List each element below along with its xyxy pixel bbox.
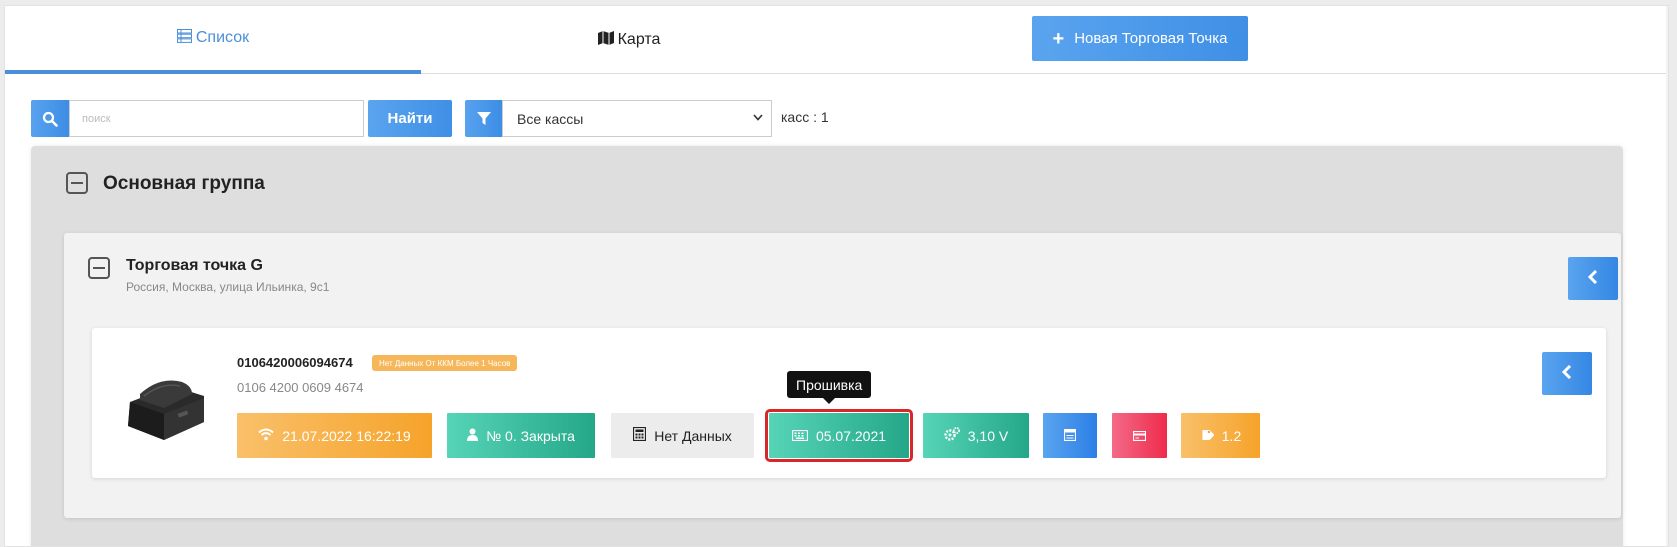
firmware-chip[interactable]: 05.07.2021	[765, 409, 913, 462]
main-group-panel: Основная группа Торговая точка G Россия,…	[31, 146, 1623, 546]
card-button[interactable]	[1112, 413, 1167, 458]
fiscal-value: Нет Данных	[654, 427, 732, 444]
receipt-button[interactable]	[1043, 413, 1097, 458]
search-icon[interactable]	[31, 100, 69, 137]
warning-badge: Нет Данных От ККМ Более 1 Часов	[372, 355, 518, 371]
voltage-chip[interactable]: 3,10 V	[923, 413, 1029, 458]
minus-icon	[71, 182, 83, 184]
group-collapse-toggle[interactable]	[66, 172, 88, 194]
version-value: 1.2	[1221, 427, 1242, 444]
tab-list-label: Список	[195, 29, 250, 46]
find-button[interactable]: Найти	[368, 100, 452, 137]
user-icon	[467, 428, 486, 444]
kassa-filter-value: Все кассы	[517, 110, 584, 127]
store-collapse-toggle[interactable]	[88, 257, 110, 279]
search-input[interactable]	[69, 100, 364, 137]
gears-icon	[944, 427, 968, 444]
version-chip[interactable]: 1.2	[1181, 413, 1260, 458]
filter-icon[interactable]	[465, 100, 502, 137]
kassa-filter-select[interactable]: Все кассы	[502, 100, 772, 137]
wifi-icon	[258, 428, 282, 444]
device-card: 0106420006094674 Нет Данных От ККМ Более…	[92, 328, 1606, 478]
shift-value: № 0. Закрыта	[486, 427, 575, 444]
chevron-down-icon	[753, 113, 763, 124]
calculator-icon	[633, 426, 654, 444]
device-side-button[interactable]	[1542, 352, 1592, 395]
shift-chip[interactable]: № 0. Закрыта	[447, 413, 595, 458]
kassa-count: касс : 1	[781, 109, 829, 125]
device-reg-number: 0106 4200 0609 4674	[237, 380, 364, 395]
printer-image	[120, 364, 210, 444]
list-icon	[176, 28, 196, 48]
firmware-tooltip: Прошивка	[787, 371, 872, 404]
new-point-button[interactable]: + Новая Торговая Точка	[1032, 16, 1248, 61]
tab-map-label: Карта	[617, 31, 661, 48]
window-icon	[1063, 428, 1077, 444]
fiscal-chip[interactable]: Нет Данных	[611, 413, 754, 458]
last-seen-value: 21.07.2022 16:22:19	[282, 427, 411, 444]
device-serial: 0106420006094674	[237, 355, 353, 370]
firmware-value: 05.07.2021	[815, 427, 887, 444]
store-side-button[interactable]	[1568, 257, 1618, 300]
page-scroll-edge	[1666, 6, 1668, 546]
store-name: Торговая точка G	[126, 257, 263, 274]
credit-card-icon	[1132, 428, 1147, 444]
map-icon	[597, 30, 618, 50]
new-point-label: Новая Торговая Точка	[1074, 30, 1228, 47]
tab-list[interactable]: Список	[5, 6, 421, 74]
store-address: Россия, Москва, улица Ильинка, 9с1	[126, 280, 330, 294]
tab-map[interactable]: Карта	[421, 6, 837, 74]
chevron-left-icon	[1561, 363, 1573, 384]
tag-icon	[1200, 428, 1222, 444]
plus-icon: +	[1052, 27, 1065, 50]
last-seen-chip[interactable]: 21.07.2022 16:22:19	[237, 413, 432, 458]
voltage-value: 3,10 V	[967, 427, 1009, 444]
keyboard-icon	[791, 428, 816, 444]
top-tabs: Список Карта + Новая Торговая Точка	[5, 6, 1668, 74]
group-title: Основная группа	[103, 173, 265, 194]
page: Список Карта + Новая Торговая Точка Найт…	[4, 5, 1669, 547]
chevron-left-icon	[1587, 268, 1599, 289]
minus-icon	[93, 267, 105, 269]
